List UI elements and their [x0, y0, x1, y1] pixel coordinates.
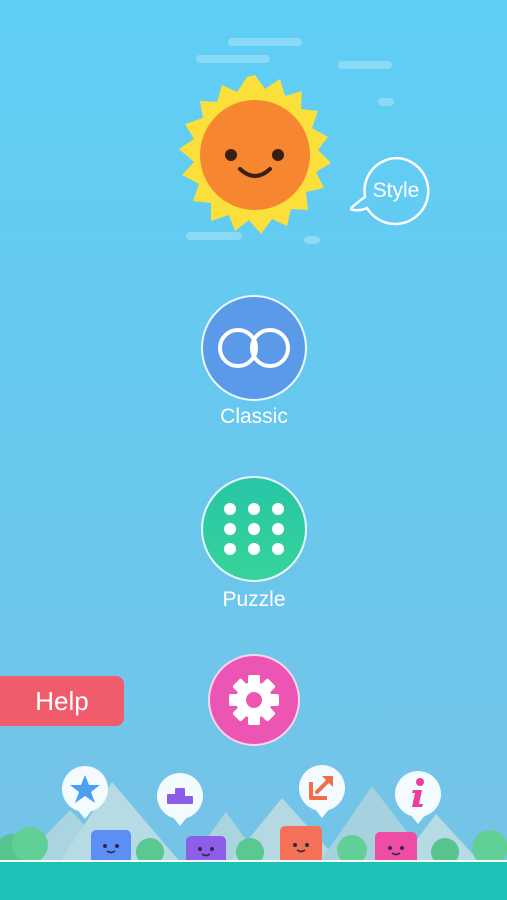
rate-button[interactable] [60, 765, 110, 821]
share-button[interactable] [297, 764, 347, 820]
orange-cube-character [280, 826, 322, 864]
style-label: Style [372, 179, 420, 202]
classic-label[interactable]: Classic [150, 405, 358, 429]
settings-button[interactable] [208, 654, 300, 746]
style-button[interactable]: Style [350, 157, 432, 227]
info-button[interactable] [393, 770, 443, 826]
cloud [378, 98, 394, 106]
ground [0, 862, 507, 900]
gear-icon [229, 675, 279, 725]
help-button[interactable]: Help [0, 676, 124, 726]
grid-dots-icon [224, 503, 284, 555]
blue-cube-character [91, 830, 131, 864]
puzzle-label[interactable]: Puzzle [150, 588, 358, 612]
sun-mascot [179, 75, 331, 234]
cloud [228, 38, 302, 46]
cloud [196, 55, 270, 63]
leaderboard-button[interactable] [155, 772, 205, 828]
classic-mode-button[interactable] [201, 295, 307, 401]
cloud [338, 61, 392, 69]
infinity-icon [218, 328, 290, 368]
puzzle-mode-button[interactable] [201, 476, 307, 582]
